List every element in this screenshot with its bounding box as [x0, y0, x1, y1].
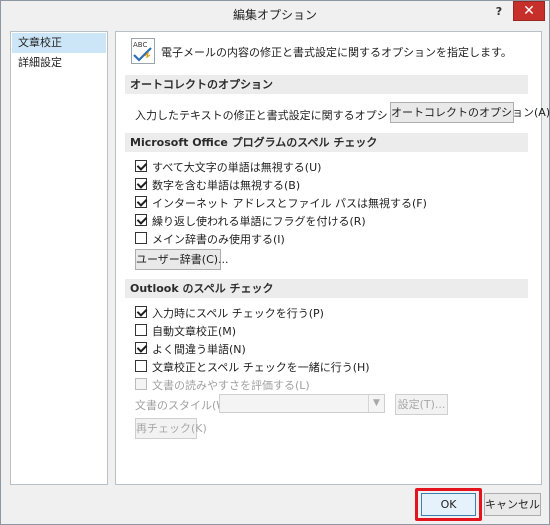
svg-text:ABC: ABC [133, 41, 147, 49]
autocorrect-options-button[interactable]: オートコレクトのオプション(A)... [390, 102, 550, 123]
option-label: メイン辞書のみ使用する(I) [152, 233, 285, 246]
checkbox[interactable] [135, 342, 147, 354]
chevron-down-icon: ▼ [368, 395, 384, 412]
options-panel: ABC 電子メールの内容の修正と書式設定に関するオプションを指定します。 オート… [115, 31, 550, 485]
spell-check-icon: ABC [131, 38, 155, 64]
checkbox[interactable] [135, 306, 147, 318]
option-label: 自動文章校正(M) [152, 325, 237, 338]
checkbox[interactable] [135, 178, 147, 190]
checkbox[interactable] [135, 160, 147, 172]
recheck-document-button[interactable]: 再チェック(K) [135, 418, 207, 439]
help-button[interactable]: ? [490, 3, 508, 21]
edit-options-dialog: 編集オプション ? ✕ 文章校正 詳細設定 ABC 電子メールの内容の修正と書式… [0, 0, 550, 525]
settings-button[interactable]: 設定(T)... [395, 394, 448, 415]
writing-style-select[interactable]: ▼ [219, 394, 385, 413]
section-office-spelling-header: Microsoft Office プログラムのスペル チェック [125, 133, 528, 152]
cancel-button[interactable]: キャンセル [484, 493, 541, 516]
category-sidebar: 文章校正 詳細設定 [10, 31, 108, 485]
section-outlook-spelling-header: Outlook のスペル チェック [125, 279, 528, 298]
checkbox[interactable] [135, 232, 147, 244]
option-label: インターネット アドレスとファイル パスは無視する(F) [152, 197, 427, 210]
option-label: 数字を含む単語は無視する(B) [152, 179, 301, 192]
close-icon: ✕ [523, 3, 535, 19]
sidebar-item-proofing[interactable]: 文章校正 [12, 33, 106, 53]
sidebar-item-advanced[interactable]: 詳細設定 [11, 53, 107, 73]
section-autocorrect-header: オートコレクトのオプション [125, 75, 528, 94]
checkbox[interactable] [135, 324, 147, 336]
option-label: よく間違う単語(N) [152, 343, 246, 356]
checkbox[interactable] [135, 360, 147, 372]
option-label: 繰り返し使われる単語にフラグを付ける(R) [152, 215, 366, 228]
checkbox[interactable] [135, 196, 147, 208]
option-label: すべて大文字の単語は無視する(U) [152, 161, 322, 174]
custom-dictionaries-button[interactable]: ユーザー辞書(C)... [135, 249, 229, 270]
checkbox[interactable] [135, 214, 147, 226]
dialog-title: 編集オプション [232, 8, 317, 22]
ok-button[interactable]: OK [421, 493, 476, 516]
option-label: 入力時にスペル チェックを行う(P) [152, 307, 324, 320]
close-button[interactable]: ✕ [513, 1, 545, 21]
checkbox[interactable] [135, 378, 147, 390]
title-bar: 編集オプション ? ✕ [1, 1, 549, 27]
option-label: 文書の読みやすさを評価する(L) [152, 379, 310, 392]
panel-description: 電子メールの内容の修正と書式設定に関するオプションを指定します。 [161, 46, 512, 59]
option-label: 文章校正とスペル チェックを一緒に行う(H) [152, 361, 370, 374]
